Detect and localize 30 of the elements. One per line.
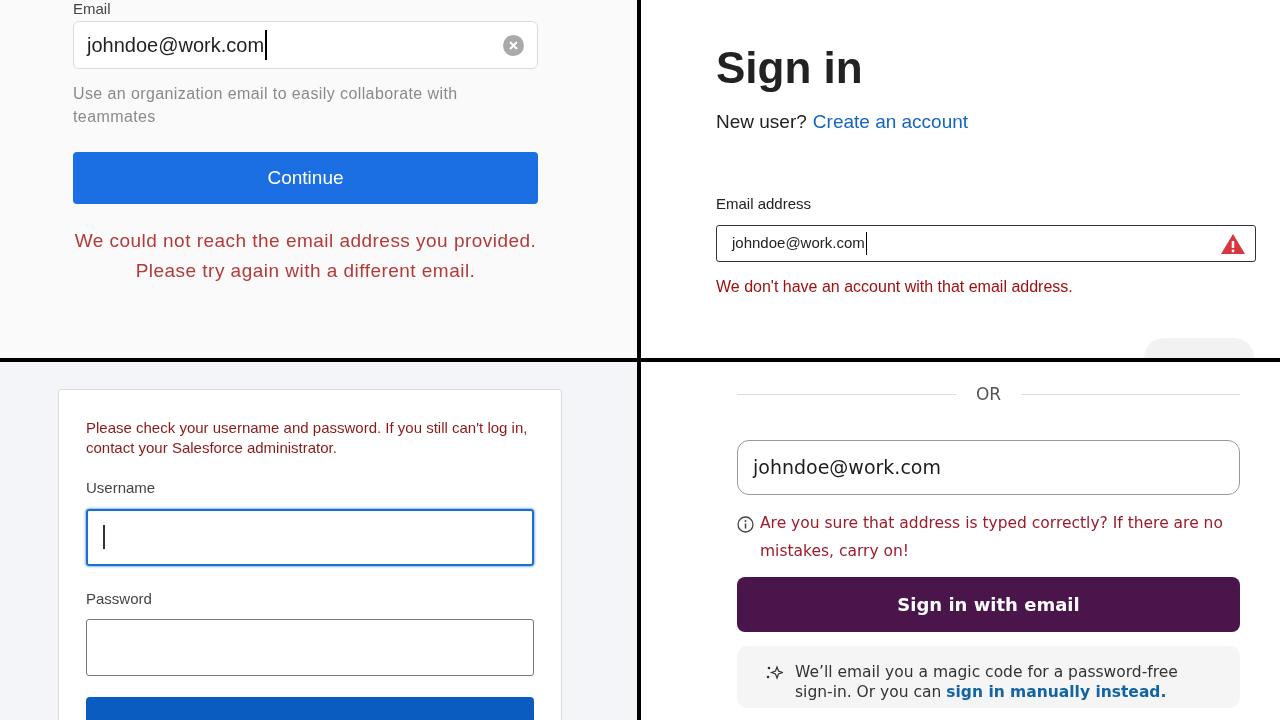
field-label: Email bbox=[73, 0, 112, 17]
field-value: johndoe@work.com bbox=[753, 454, 941, 480]
input-field[interactable] bbox=[86, 508, 534, 566]
email-field[interactable]: johndoe@work.com bbox=[716, 225, 1256, 262]
email-field[interactable]: johndoe@work.com bbox=[737, 439, 1240, 495]
field-label: Email address bbox=[716, 193, 813, 214]
sparkles-icon bbox=[765, 664, 783, 681]
or-divider-text: OR bbox=[975, 383, 1002, 406]
email-field[interactable]: johndoe@work.com bbox=[73, 21, 538, 69]
hint-text: Use an organization email to easily collaborate with teammates bbox=[73, 84, 459, 127]
note-text: We’ll email you a magic code for a password-free sign-in. Or you can sign in manually instead. bbox=[795, 661, 1179, 702]
text-cursor bbox=[103, 525, 105, 549]
input-field[interactable] bbox=[86, 619, 534, 676]
field-label: Password bbox=[86, 588, 153, 609]
error-message: We could not reach the email address you provided. Please try again with a different email. bbox=[73, 229, 538, 283]
warning-message: Are you sure that address is typed correctly? If there are no mistakes, carry on! bbox=[760, 512, 1224, 562]
sign-in-button[interactable]: Sign in with email bbox=[737, 576, 1240, 632]
warning-icon bbox=[1220, 232, 1246, 255]
field-value: johndoe@work.com bbox=[87, 30, 268, 60]
prompt-text: New user? bbox=[716, 110, 807, 134]
clear-icon[interactable] bbox=[503, 34, 524, 56]
page-title: Sign in bbox=[716, 42, 864, 94]
error-message: Please check your username and password. If you still can't log in, contact your Salesforce administrator. bbox=[86, 418, 529, 458]
info-icon bbox=[737, 515, 754, 533]
continue-button[interactable]: Continue bbox=[73, 152, 538, 204]
create-account-link[interactable]: Create an account bbox=[812, 108, 969, 137]
manual-sign-in-link[interactable]: sign in manually instead. bbox=[946, 682, 1167, 701]
field-value: johndoe@work.com bbox=[732, 232, 867, 255]
field-label: Username bbox=[86, 478, 157, 498]
error-message: We don't have an account with that email address. bbox=[716, 277, 1074, 297]
